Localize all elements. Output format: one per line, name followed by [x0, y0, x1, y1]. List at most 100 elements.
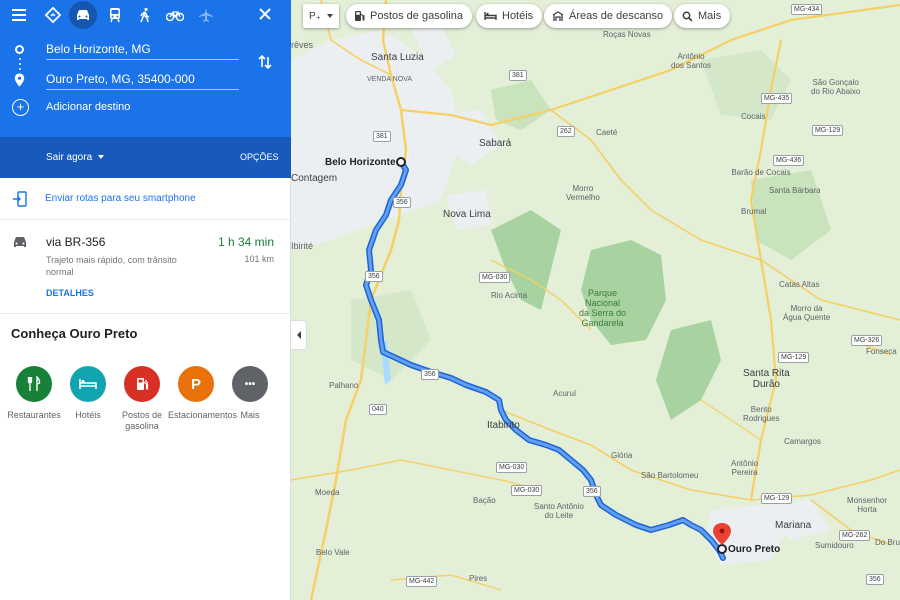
close-icon[interactable] [255, 4, 275, 24]
route-details-link[interactable]: DETALHES [46, 288, 94, 298]
route-option[interactable]: via BR-356 1 h 34 min Trajeto mais rápid… [0, 221, 291, 314]
place-label: Santo Antônio do Leite [534, 502, 584, 520]
chip-hotels[interactable]: Hotéis [476, 4, 543, 28]
place-label: Do Bru [875, 538, 900, 547]
origin-map-label[interactable]: Belo Horizonte [325, 157, 396, 168]
chevron-down-icon [98, 155, 105, 160]
category-hotels-button[interactable]: Hotéis [60, 366, 116, 421]
origin-input[interactable]: Belo Horizonte, MG [46, 40, 239, 60]
road-shield: MG-434 [791, 4, 823, 15]
menu-icon[interactable] [9, 5, 29, 25]
road-shield: 356 [583, 486, 601, 497]
road-shield: MG-435 [761, 93, 793, 104]
chip-label: Áreas de descanso [569, 10, 664, 22]
place-label: Mariana [775, 520, 812, 531]
road-shield: 262 [557, 126, 575, 137]
category-restaurants-button[interactable]: Restaurantes [6, 366, 62, 421]
route-name: via BR-356 [46, 235, 106, 249]
add-destination-icon[interactable]: + [12, 99, 29, 116]
road-shield: MG-129 [761, 493, 793, 504]
road-shield: 381 [373, 131, 391, 142]
chip-gas-stations[interactable]: Postos de gasolina [346, 4, 472, 28]
place-label: Camargos [784, 437, 821, 446]
route-description: Trajeto mais rápido, com trânsito normal [46, 255, 177, 277]
chip-label: Hotéis [502, 10, 534, 22]
map-layers-button[interactable]: P₊ [303, 4, 339, 28]
cycling-mode-icon[interactable] [163, 3, 187, 27]
road-shield: MG-030 [479, 272, 511, 283]
category-more-button[interactable]: ••• Mais [222, 366, 278, 421]
discover-title: Conheça Ouro Preto [11, 326, 138, 341]
road-shield: MG-129 [778, 352, 810, 363]
collapse-panel-button[interactable] [291, 320, 307, 350]
walking-mode-icon[interactable] [133, 3, 157, 27]
gas-station-icon [124, 366, 160, 402]
parking-icon: P [178, 366, 214, 402]
place-label: Pires [469, 574, 488, 583]
place-label: Santa Rita Durão [743, 368, 790, 390]
driving-mode-icon[interactable] [69, 1, 97, 29]
travel-mode-bar [0, 0, 291, 30]
car-icon [12, 235, 28, 254]
road-shield: MG-442 [406, 576, 438, 587]
place-label: Glória [611, 451, 633, 460]
place-label: Ibirité [291, 241, 314, 251]
destination-map-label[interactable]: Ouro Preto [728, 544, 780, 555]
search-icon [682, 11, 693, 22]
place-label: Barão de Cocais [731, 168, 791, 177]
place-label: Brumal [741, 207, 767, 216]
road-shield: MG-436 [773, 155, 805, 166]
fork-knife-icon [16, 366, 52, 402]
road-shield: MG-129 [812, 125, 844, 136]
place-label: Antônio Pereira [731, 459, 759, 477]
place-label: São Gonçalo do Rio Abaixo [811, 78, 861, 96]
road-shield: 356 [365, 271, 383, 282]
origin-dot-icon [15, 45, 24, 54]
chip-more[interactable]: Mais [674, 4, 731, 28]
road-shield: 356 [866, 574, 884, 585]
add-destination-button[interactable]: Adicionar destino [46, 101, 130, 113]
place-label: Monsenhor Horta [847, 496, 888, 514]
place-label: Fonseca [866, 347, 897, 356]
place-label: Cocais [741, 112, 766, 121]
options-button[interactable]: OPÇÕES [240, 152, 279, 162]
place-label: Itabirito [487, 420, 520, 431]
category-gas-stations-button[interactable]: Postos de gasolina [114, 366, 170, 432]
chevron-left-icon [296, 331, 301, 339]
place-label: Antônio dos Santos [671, 52, 712, 70]
place-label: Belo Vale [316, 548, 350, 557]
send-to-phone-link[interactable]: Enviar rotas para seu smartphone [45, 193, 196, 204]
place-label: Parque Nacional da Serra do Gandarela [579, 288, 627, 328]
category-label: Restaurantes [7, 410, 61, 420]
place-label: Nova Lima [443, 209, 491, 220]
route-distance: 101 km [244, 254, 274, 264]
road-shield: MG-262 [839, 530, 871, 541]
send-to-phone-row[interactable]: Enviar rotas para seu smartphone [0, 178, 291, 220]
place-label: Morro da Água Quente [783, 304, 831, 322]
map-canvas[interactable]: rêves Santa Luzia VENDA NOVA Roças Novas… [291, 0, 900, 600]
category-parking-button[interactable]: P Estacionamentos [168, 366, 237, 421]
road-shield: MG-326 [851, 335, 883, 346]
options-bar: Sair agora OPÇÕES [0, 137, 291, 178]
flight-mode-icon[interactable] [194, 3, 218, 27]
route-duration: 1 h 34 min [217, 235, 274, 249]
destination-input[interactable]: Ouro Preto, MG, 35400-000 [46, 70, 239, 90]
road-shield: MG-030 [496, 462, 528, 473]
place-label: Contagem [291, 173, 338, 184]
place-label: Sabará [479, 138, 512, 149]
transit-mode-icon[interactable] [103, 3, 127, 27]
road-shield: 040 [369, 404, 387, 415]
swap-waypoints-icon[interactable] [256, 53, 274, 71]
chip-rest-areas[interactable]: Áreas de descanso [544, 4, 673, 28]
place-label: rêves [291, 40, 314, 50]
chip-label: Postos de gasolina [370, 10, 463, 22]
road-shield: 381 [509, 70, 527, 81]
place-label: Caeté [596, 128, 618, 137]
best-route-mode-icon[interactable] [41, 3, 65, 27]
depart-time-label: Sair agora [46, 152, 93, 163]
depart-time-dropdown[interactable]: Sair agora [46, 152, 105, 163]
place-label: Palhano [329, 381, 359, 390]
place-label: Rio Acima [491, 291, 528, 300]
place-label: São Bartolomeu [641, 471, 699, 480]
directions-panel: Belo Horizonte, MG Ouro Preto, MG, 35400… [0, 0, 291, 600]
